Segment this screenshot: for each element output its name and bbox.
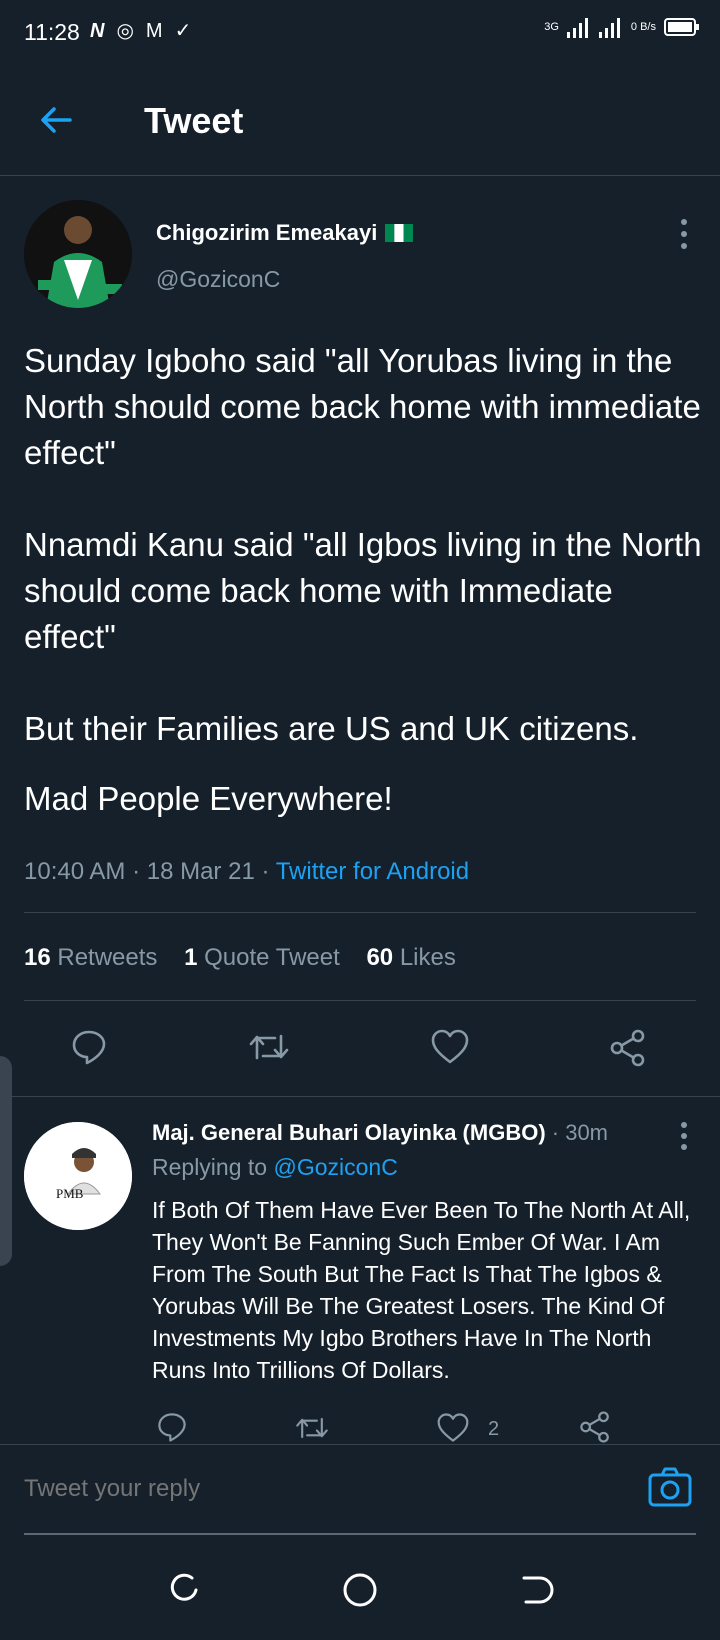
quotes-label: Quote Tweet	[204, 944, 340, 971]
system-nav-bar	[0, 1540, 720, 1640]
reply-composer	[0, 1444, 720, 1540]
tweet-text: Sunday Igboho said "all Yorubas living i…	[24, 338, 704, 868]
reply-icon[interactable]	[70, 1028, 108, 1066]
reply-like-icon[interactable]	[436, 1412, 470, 1444]
edge-scroll-handle[interactable]	[0, 1056, 12, 1266]
quotes-stat[interactable]: 1 Quote Tweet	[184, 944, 340, 971]
status-time: 11:28	[24, 19, 80, 45]
replying-to-line: Replying to @GoziconC	[152, 1154, 398, 1181]
reply-retweet-icon[interactable]	[294, 1412, 330, 1444]
author-name[interactable]: Chigozirim Emeakayi	[156, 220, 414, 246]
notification-icons: N ◎ M ✓	[90, 18, 191, 44]
divider	[24, 1000, 696, 1001]
tweet-paragraph: But their Families are US and UK citizen…	[24, 710, 639, 747]
likes-stat[interactable]: 60 Likes	[366, 944, 455, 971]
page-title: Tweet	[144, 100, 244, 141]
gmail-icon: M	[145, 20, 163, 42]
quotes-count: 1	[184, 944, 198, 971]
share-icon[interactable]	[608, 1028, 648, 1068]
tweet-source-link[interactable]: Twitter for Android	[276, 858, 469, 885]
news-app-icon: N	[90, 20, 105, 42]
network-type-label: 3G	[544, 21, 559, 33]
likes-label: Likes	[399, 944, 456, 971]
status-bar: 11:28 N ◎ M ✓ 3G 0 B/s	[0, 0, 720, 64]
reply-reply-icon[interactable]	[156, 1410, 188, 1444]
likes-count: 60	[366, 944, 394, 971]
chrome-icon: ◎	[116, 20, 134, 42]
signal-icon	[566, 18, 588, 38]
recent-apps-icon[interactable]	[164, 1570, 204, 1610]
reply-avatar-text: PMB	[56, 1186, 84, 1201]
tweet-meta: 10:40 AM · 18 Mar 21 · Twitter for Andro…	[24, 858, 469, 886]
author-avatar[interactable]	[24, 200, 132, 308]
tweet-timestamp: 10:40 AM · 18 Mar 21 ·	[24, 858, 276, 885]
reply-author-avatar[interactable]: PMB	[24, 1122, 132, 1230]
tweet-stats: 16 Retweets 1 Quote Tweet 60 Likes	[24, 944, 476, 972]
author-handle[interactable]: @GoziconC	[156, 266, 280, 293]
divider	[0, 1096, 720, 1097]
tweet-paragraph: Mad People Everywhere!	[24, 780, 393, 817]
retweets-stat[interactable]: 16 Retweets	[24, 944, 157, 971]
retweet-icon[interactable]	[247, 1028, 291, 1066]
divider	[24, 912, 696, 913]
reply-text: If Both Of Them Have Ever Been To The No…	[152, 1197, 691, 1383]
like-heart-icon[interactable]	[430, 1028, 470, 1066]
author-name-text: Chigozirim Emeakayi	[156, 220, 378, 245]
back-arrow-icon[interactable]	[36, 100, 76, 140]
battery-icon	[664, 18, 699, 36]
more-options-icon[interactable]	[680, 218, 688, 250]
replying-to-mention[interactable]: @GoziconC	[273, 1154, 397, 1180]
home-icon[interactable]	[340, 1570, 380, 1610]
author-avatar-image	[24, 200, 132, 308]
reply-avatar-image	[24, 1122, 132, 1230]
back-nav-icon[interactable]	[516, 1570, 556, 1610]
retweets-label: Retweets	[57, 944, 158, 971]
signal-icon-2	[598, 18, 620, 38]
system-icons: 3G 0 B/s	[544, 16, 700, 38]
reply-author-line: Maj. General Buhari Olayinka (MGBO) · 30…	[152, 1120, 608, 1146]
reply-like-count: 2	[488, 1418, 500, 1440]
nigeria-flag-icon	[385, 224, 414, 242]
tweet-paragraph: Nnamdi Kanu said "all Igbos living in th…	[24, 526, 702, 655]
replying-to-prefix: Replying to	[152, 1154, 274, 1180]
reply-share-icon[interactable]	[578, 1410, 612, 1444]
reply-time: · 30m	[545, 1120, 609, 1145]
tweet-paragraph: Sunday Igboho said "all Yorubas living i…	[24, 342, 701, 471]
reply-input-underline	[24, 1533, 696, 1535]
reply-more-options-icon[interactable]	[680, 1122, 688, 1150]
data-speed-label: 0 B/s	[630, 21, 656, 33]
app-bar: Tweet	[0, 64, 720, 176]
download-done-icon: ✓	[174, 20, 192, 42]
reply-input[interactable]	[24, 1475, 584, 1503]
camera-icon[interactable]	[648, 1467, 692, 1507]
retweets-count: 16	[24, 944, 51, 971]
reply-author-name[interactable]: Maj. General Buhari Olayinka (MGBO)	[152, 1120, 546, 1145]
